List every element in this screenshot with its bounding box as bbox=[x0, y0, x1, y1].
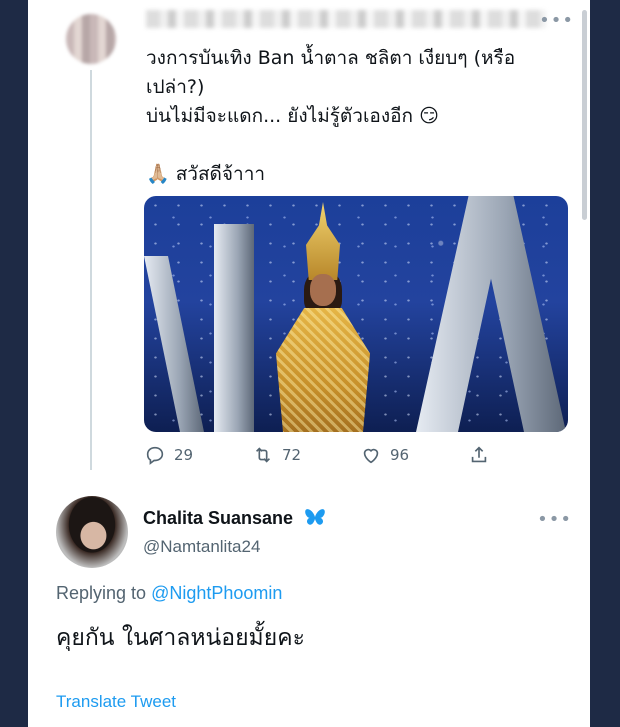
photo-face bbox=[310, 274, 336, 306]
translate-tweet-link[interactable]: Translate Tweet bbox=[56, 692, 176, 712]
replying-to-prefix: Replying to bbox=[56, 583, 147, 603]
photo-stage-letter bbox=[214, 224, 254, 432]
author-handle[interactable]: @Namtanlita24 bbox=[143, 537, 260, 557]
like-count: 96 bbox=[390, 446, 410, 464]
more-options-icon[interactable]: ••• bbox=[537, 509, 572, 530]
thread-connector-line bbox=[90, 70, 92, 470]
blurred-avatar[interactable] bbox=[66, 14, 116, 64]
share-icon bbox=[471, 446, 487, 463]
reply-button[interactable]: 29 bbox=[144, 444, 193, 466]
photo-person bbox=[262, 202, 382, 432]
scrollbar[interactable] bbox=[582, 10, 587, 220]
tweet-actions: 29 72 96 bbox=[144, 444, 524, 470]
author-name[interactable]: Chalita Suansane bbox=[143, 508, 293, 528]
butterfly-icon bbox=[305, 509, 325, 525]
retweet-count: 72 bbox=[282, 446, 302, 464]
photo-costume bbox=[276, 308, 370, 432]
replying-to-handle-link[interactable]: @NightPhoomin bbox=[151, 583, 282, 603]
share-button[interactable] bbox=[468, 444, 490, 466]
heart-icon bbox=[363, 448, 379, 464]
tweet-photo[interactable] bbox=[144, 196, 568, 432]
blurred-author-name bbox=[146, 10, 546, 28]
reply-count: 29 bbox=[174, 446, 194, 464]
reply-icon bbox=[146, 446, 164, 465]
more-options-icon[interactable]: ••• bbox=[539, 10, 574, 31]
reply-tweet-text: คุยกัน ในศาลหน่อยมั้ยคะ bbox=[56, 625, 305, 651]
like-button[interactable]: 96 bbox=[360, 444, 409, 466]
retweet-icon bbox=[255, 447, 271, 463]
tweet-text: วงการบันเทิง Ban น้ำตาล ชลิตา เงียบๆ (หร… bbox=[146, 47, 516, 185]
author-name-row[interactable]: Chalita Suansane bbox=[143, 507, 326, 529]
tweet-screenshot-card: ••• วงการบันเทิง Ban น้ำตาล ชลิตา เงียบๆ… bbox=[28, 0, 590, 727]
retweet-button[interactable]: 72 bbox=[252, 444, 301, 466]
avatar[interactable] bbox=[56, 496, 128, 568]
photo-crown bbox=[306, 202, 340, 280]
replying-to-line: Replying to @NightPhoomin bbox=[56, 583, 282, 604]
